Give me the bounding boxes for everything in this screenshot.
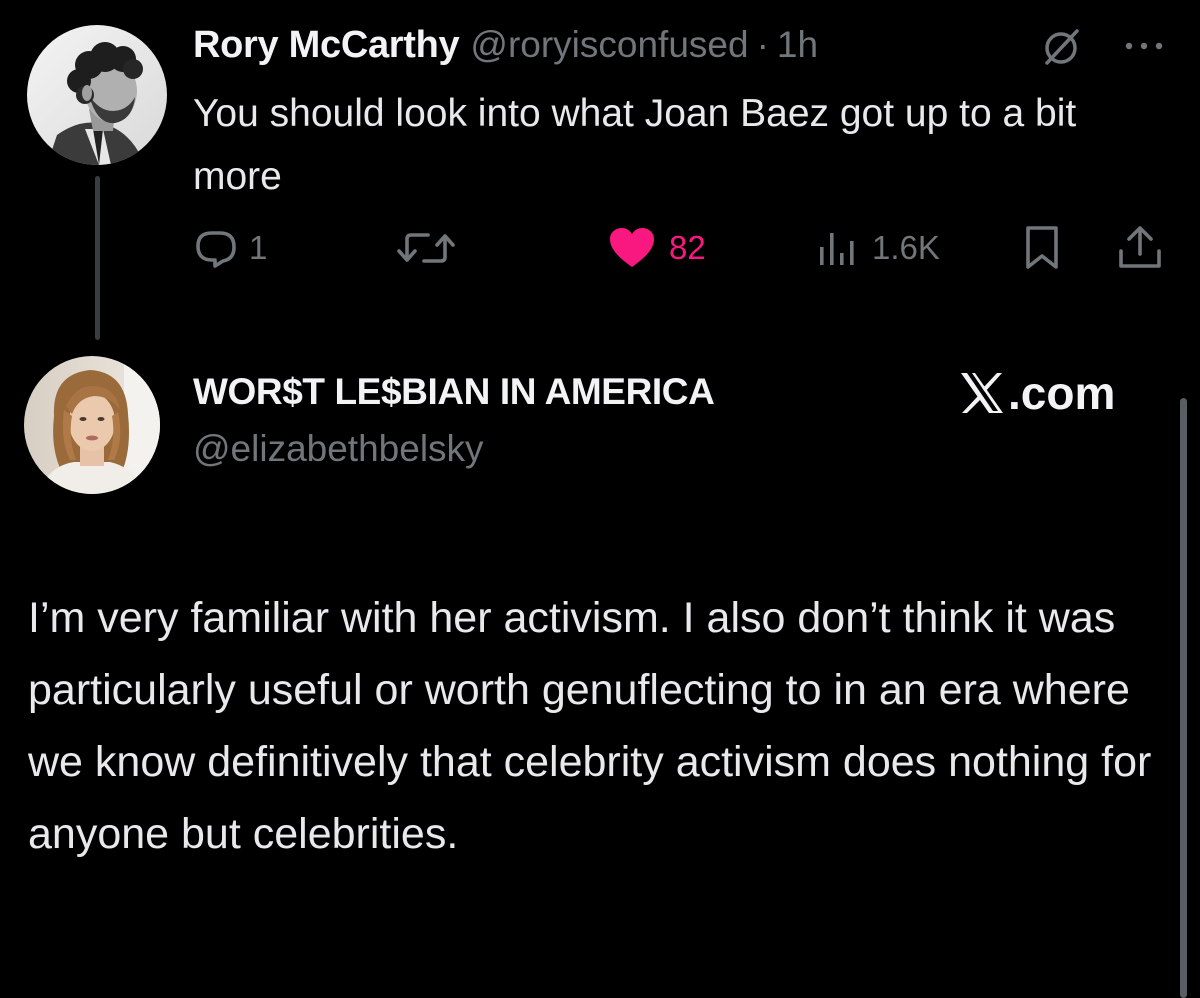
reply-tweet-header: Rory McCarthy @roryisconfused · 1h [193, 20, 818, 70]
like-button[interactable]: 82 [607, 224, 706, 272]
avatar-elizabeth[interactable] [24, 356, 160, 494]
main-author-name[interactable]: WOR$T LE$BIAN IN AMERICA [193, 371, 715, 413]
views-icon [820, 233, 854, 265]
more-icon[interactable] [1107, 34, 1167, 58]
reply-count: 1 [249, 229, 268, 266]
heart-filled-icon [610, 228, 654, 267]
bookmark-icon [1026, 226, 1058, 269]
reply-icon [196, 231, 236, 268]
views-button[interactable]: 1.6K [816, 224, 940, 272]
header-separator: · [756, 24, 769, 65]
views-count: 1.6K [872, 229, 940, 266]
x-logo-icon [961, 373, 1003, 413]
bookmark-button[interactable] [1022, 224, 1062, 272]
reply-timestamp[interactable]: 1h [777, 24, 818, 66]
like-count: 82 [669, 229, 706, 266]
retweet-icon [397, 233, 455, 263]
grok-icon[interactable] [1040, 25, 1084, 69]
main-tweet-text: I’m very familiar with her activism. I a… [28, 594, 1152, 858]
retweet-button[interactable] [395, 224, 457, 272]
reply-button[interactable]: 1 [193, 224, 267, 272]
reply-author-handle[interactable]: @roryisconfused [470, 24, 748, 66]
share-button[interactable] [1114, 224, 1166, 272]
thread-connector-line [95, 176, 100, 340]
x-com-brand: .com [958, 366, 1115, 420]
reply-author-name[interactable]: Rory McCarthy [193, 24, 460, 67]
share-icon [1119, 226, 1161, 268]
x-com-text: .com [1008, 367, 1116, 419]
scrollbar[interactable] [1180, 398, 1187, 998]
main-author-handle[interactable]: @elizabethbelsky [193, 428, 484, 470]
reply-tweet-text: You should look into what Joan Baez got … [193, 92, 1077, 198]
avatar-rory[interactable] [27, 25, 167, 165]
